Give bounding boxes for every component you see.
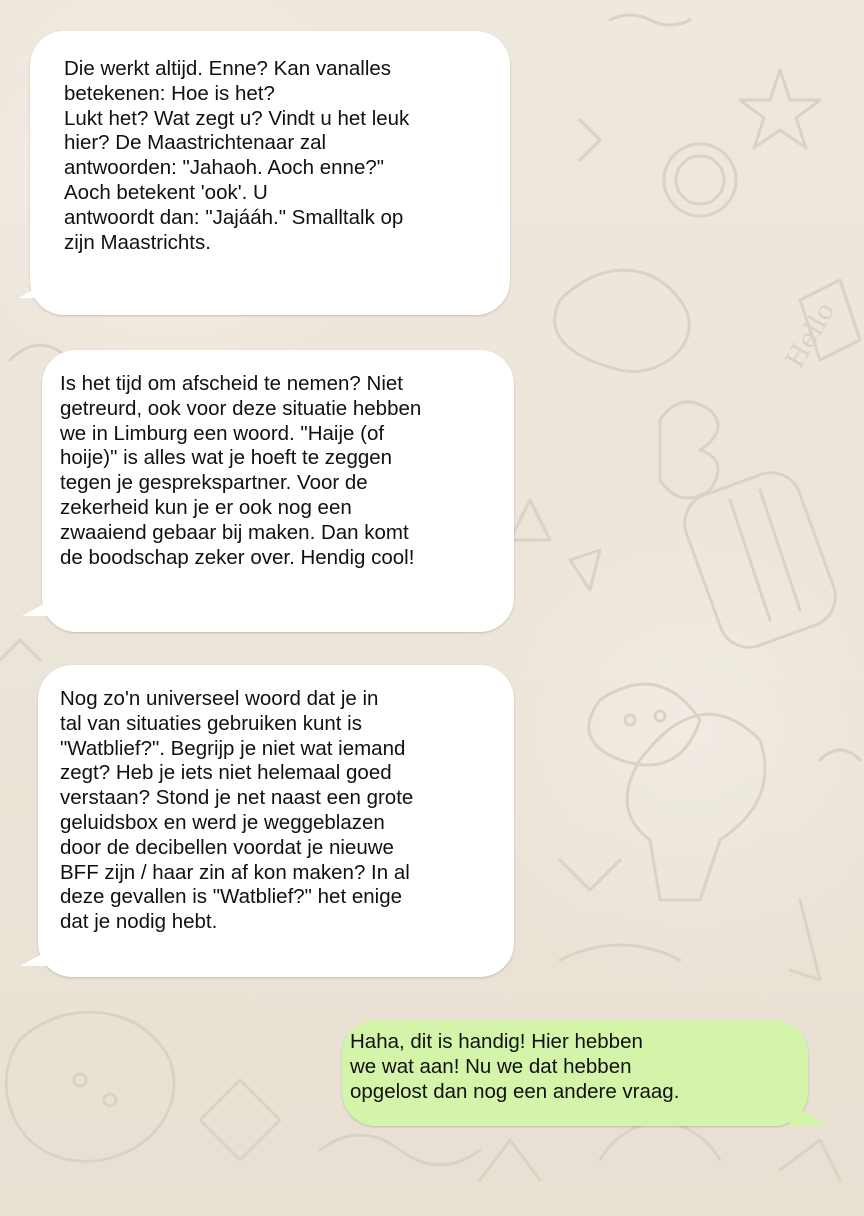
doodle-chevron-icon [0,638,42,662]
doodle-dot-icon [623,713,637,727]
doodle-hello-text-icon: Hello [780,298,841,374]
doodle-rainbow-icon [598,1121,722,1162]
doodle-dot-icon [653,709,667,723]
doodle-star-icon [738,68,822,150]
message-text: Nog zo'n universeel woord dat je in tal … [60,687,414,934]
message-text: Is het tijd om afscheid te nemen? Niet g… [60,372,422,569]
message-bubble-incoming: Nog zo'n universeel woord dat je in tal … [38,665,514,977]
message-bubble-incoming: Die werkt altijd. Enne? Kan vanalles bet… [30,31,510,315]
doodle-stripes-icon [728,488,802,622]
message-text: Haha, dit is handig! Hier hebben we wat … [350,1030,680,1103]
doodle-hook-icon [788,898,822,982]
doodle-letter-b-icon [658,400,720,500]
doodle-blob-icon [553,268,691,373]
message-bubble-outgoing: Haha, dit is handig! Hier hebben we wat … [342,1020,808,1126]
message-tail [22,594,62,616]
message-tail [20,944,60,966]
doodle-curve-icon [558,943,682,962]
doodle-chevron-icon [578,118,602,162]
message-bubble-incoming: Is het tijd om afscheid te nemen? Niet g… [42,350,514,632]
doodle-note-icon [568,548,602,592]
doodle-wave-icon [608,13,692,27]
doodle-wave-icon [318,1133,482,1167]
doodle-peak-icon [478,1138,542,1182]
message-tail [18,276,58,298]
doodle-triangle-icon [508,498,552,542]
doodle-diamond-icon [198,1078,282,1162]
doodle-check-icon [558,858,622,892]
message-text: Die werkt altijd. Enne? Kan vanalles bet… [64,57,410,254]
doodle-lightbulb-icon [625,712,767,902]
doodle-dot-icon [72,1072,88,1088]
doodle-arc-icon [818,748,862,762]
doodle-dot-icon [102,1092,118,1108]
doodle-angle-icon [778,1138,842,1182]
doodle-egg-icon [4,1010,176,1163]
doodle-circle-icon [674,154,726,206]
message-tail [790,1104,830,1126]
